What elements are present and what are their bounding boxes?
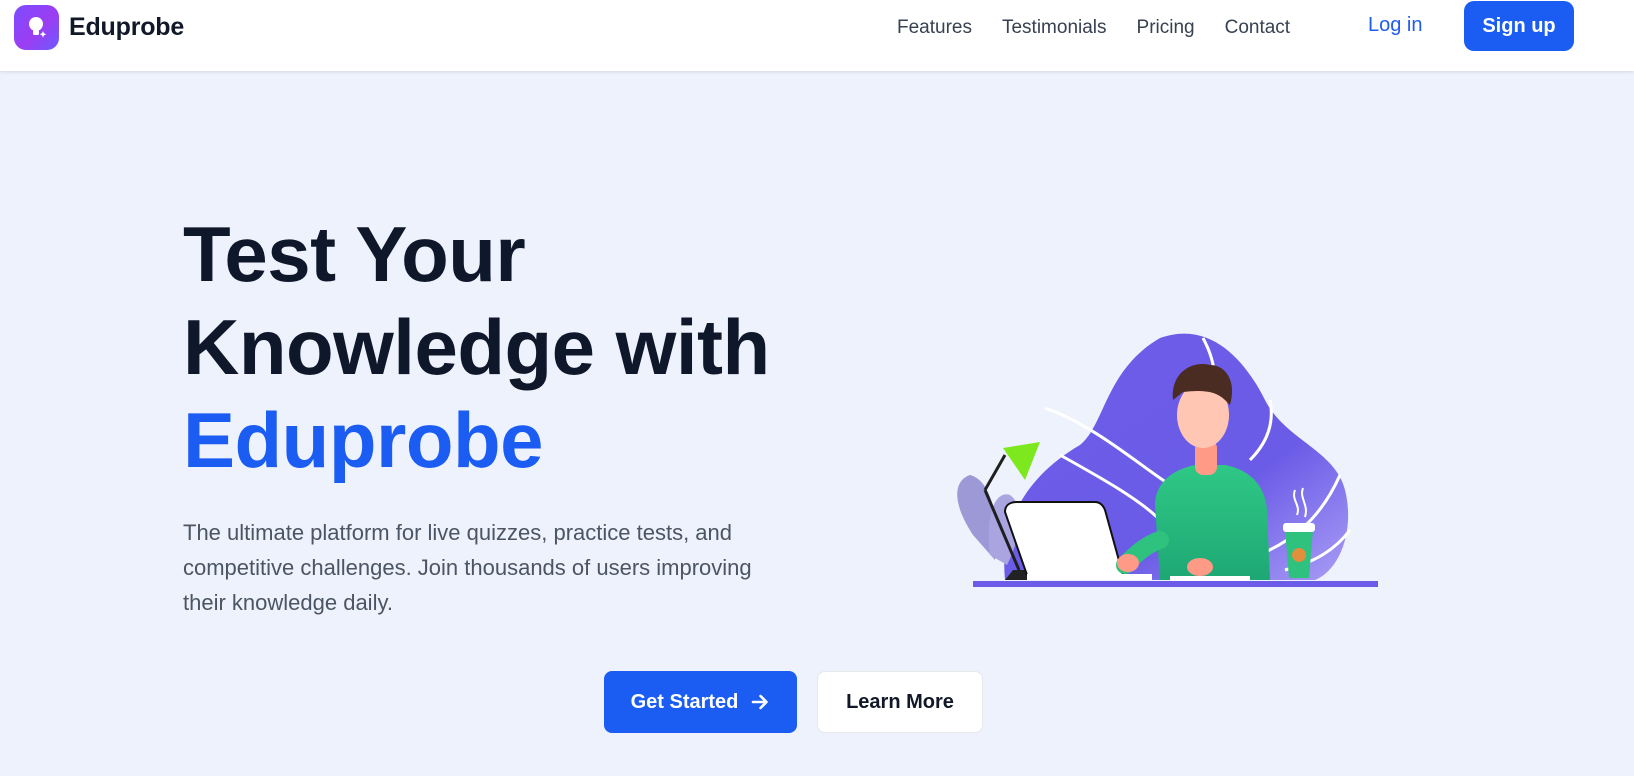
nav-link-testimonials[interactable]: Testimonials: [1002, 17, 1107, 39]
brand-logo-link[interactable]: Eduprobe: [14, 4, 184, 50]
hero-title-line-1: Test Your: [183, 210, 526, 298]
signup-button[interactable]: Sign up: [1464, 1, 1574, 51]
main-nav: Features Testimonials Pricing Contact: [897, 14, 1290, 42]
top-navbar: Eduprobe Features Testimonials Pricing C…: [0, 0, 1634, 71]
learn-more-button[interactable]: Learn More: [817, 671, 983, 733]
hero-title: Test Your Knowledge with Eduprobe: [183, 208, 803, 487]
get-started-label: Get Started: [630, 690, 739, 713]
lightbulb-sparkle-icon: [14, 4, 59, 50]
nav-link-pricing[interactable]: Pricing: [1137, 17, 1195, 39]
get-started-button[interactable]: Get Started: [604, 671, 797, 733]
hero-title-line-2: Knowledge with: [183, 303, 770, 391]
hero-subtitle: The ultimate platform for live quizzes, …: [183, 520, 752, 615]
brand-name: Eduprobe: [69, 12, 185, 41]
nav-link-features[interactable]: Features: [897, 17, 972, 39]
hero-title-accent: Eduprobe: [183, 396, 544, 484]
arrow-right-icon: [752, 694, 769, 710]
student-at-laptop-illustration: [957, 333, 1378, 587]
login-link[interactable]: Log in: [1368, 14, 1423, 37]
nav-link-contact[interactable]: Contact: [1225, 17, 1290, 39]
